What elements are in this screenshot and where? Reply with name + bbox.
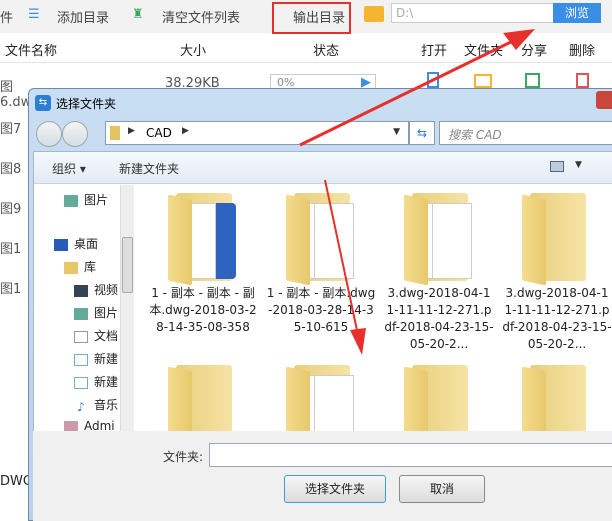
highlight-box — [272, 2, 351, 34]
arrow-head — [503, 29, 535, 50]
annotation-layer — [272, 2, 535, 355]
arrow-to-folder — [324, 179, 359, 336]
arrow-head — [350, 328, 366, 355]
arrow-to-browse — [299, 38, 516, 147]
